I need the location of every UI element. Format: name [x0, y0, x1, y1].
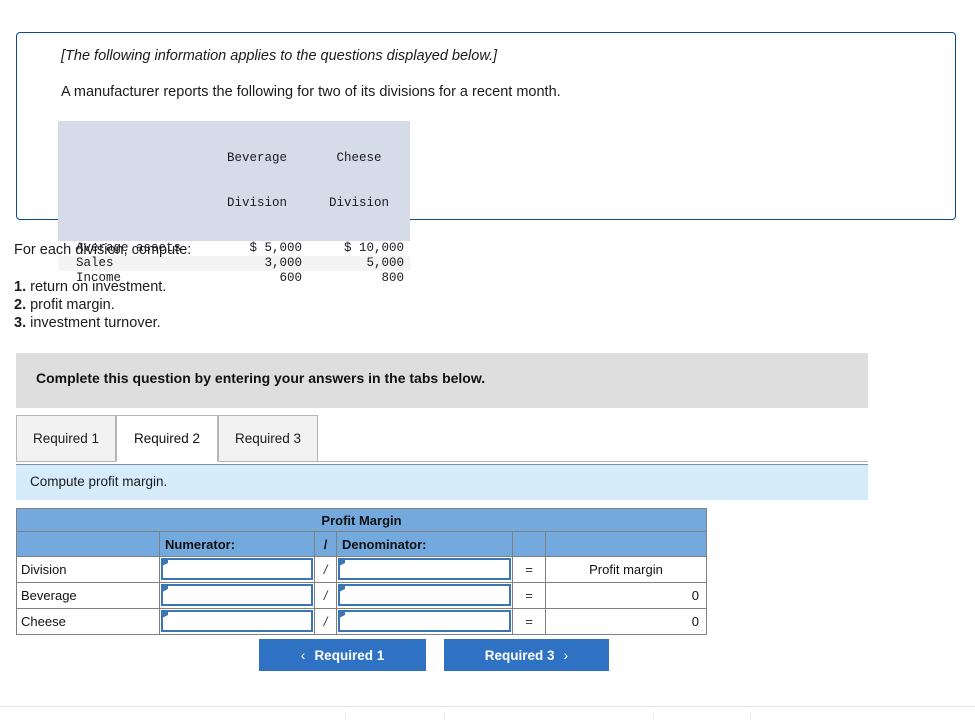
requirement-text: profit margin. [26, 297, 115, 313]
requirement-number: 3. [14, 315, 27, 331]
equals-symbol: = [512, 582, 546, 609]
denominator-entry-wrap [337, 584, 512, 608]
denominator-input[interactable] [338, 584, 511, 606]
footer-toolbar-ticks [0, 707, 975, 720]
numerator-input[interactable] [161, 610, 313, 632]
worksheet-header-slash: / [314, 531, 337, 557]
divide-symbol: / [314, 608, 337, 635]
list-item: 1. return on investment. [14, 278, 166, 296]
denominator-input[interactable] [338, 610, 511, 632]
requirement-tabs: Required 1 Required 2 Required 3 [16, 415, 868, 463]
scenario-header-cheese-line1: Cheese [336, 151, 382, 165]
requirement-number: 2. [14, 297, 27, 313]
worksheet-header-equals [512, 531, 546, 557]
equals-symbol: = [512, 556, 546, 583]
worksheet-row-label: Beverage [16, 582, 160, 609]
numerator-input[interactable] [161, 558, 313, 580]
worksheet-header-numerator: Numerator: [159, 531, 315, 557]
table-row: Sales 3,000 5,000 [58, 256, 410, 271]
scenario-row-cheese-value: $ 10,000 [343, 241, 404, 255]
scenario-row-cheese-value: 5,000 [308, 256, 410, 271]
chevron-left-icon: ‹ [300, 647, 306, 663]
tab-required-2[interactable]: Required 2 [116, 415, 218, 462]
denominator-input[interactable] [338, 558, 511, 580]
requirements-list: 1. return on investment. 2. profit margi… [14, 278, 166, 332]
result-value: Profit margin [545, 556, 707, 583]
instruction-banner-text: Complete this question by entering your … [36, 370, 486, 386]
requirement-number: 1. [14, 279, 27, 295]
scenario-row-beverage-value: $ 5,000 [249, 241, 302, 255]
result-value: 0 [545, 582, 707, 609]
numerator-cell[interactable] [159, 608, 315, 635]
compute-lead-text: For each division, compute: [14, 242, 192, 258]
previous-required-label: Required 1 [314, 647, 385, 663]
worksheet-header-label [16, 531, 160, 557]
scenario-row-label: Sales [58, 256, 206, 271]
worksheet-title: Profit Margin [16, 508, 707, 532]
worksheet-header-result [545, 531, 707, 557]
requirement-text: return on investment. [26, 279, 167, 295]
denominator-cell[interactable] [336, 608, 513, 635]
scenario-header-beverage: Beverage Division [206, 121, 308, 241]
requirement-text: investment turnover. [26, 315, 161, 331]
scenario-row-beverage-value: 600 [279, 271, 302, 285]
profit-margin-worksheet: Profit Margin Numerator: / Denominator: … [16, 508, 707, 635]
scenario-row-beverage-value: 3,000 [206, 256, 308, 271]
tab-required-1[interactable]: Required 1 [16, 415, 116, 462]
divide-symbol: / [314, 582, 337, 609]
previous-required-button[interactable]: ‹ Required 1 [259, 639, 426, 671]
chevron-right-icon: › [563, 647, 569, 663]
numerator-entry-wrap [160, 558, 314, 582]
numerator-input[interactable] [161, 584, 313, 606]
result-value: 0 [545, 608, 707, 635]
next-required-label: Required 3 [484, 647, 555, 663]
table-row: Division / = Profit margin [16, 556, 707, 583]
numerator-entry-wrap [160, 584, 314, 608]
next-required-button[interactable]: Required 3 › [444, 639, 609, 671]
scenario-description-text: A manufacturer reports the following for… [61, 84, 561, 100]
navigation-buttons: ‹ Required 1 Required 3 › [259, 639, 609, 671]
instruction-banner: Complete this question by entering your … [16, 353, 868, 408]
worksheet-header-denominator: Denominator: [336, 531, 513, 557]
divide-symbol: / [314, 556, 337, 583]
list-item: 3. investment turnover. [14, 314, 166, 332]
worksheet-row-label: Division [16, 556, 160, 583]
table-row: Cheese / = 0 [16, 608, 707, 635]
denominator-cell[interactable] [336, 582, 513, 609]
worksheet-title-row: Profit Margin [16, 508, 707, 532]
scenario-intro-text: [The following information applies to th… [61, 48, 498, 64]
equals-symbol: = [512, 608, 546, 635]
subinstruction-bar: Compute profit margin. [16, 464, 868, 500]
denominator-entry-wrap [337, 558, 512, 582]
scenario-data-table: Beverage Division Cheese Division Averag… [58, 121, 410, 286]
subinstruction-text: Compute profit margin. [30, 474, 168, 489]
scenario-info-box: [The following information applies to th… [16, 32, 956, 285]
scenario-header-row: Beverage Division Cheese Division [58, 121, 410, 241]
scenario-header-cheese-line2: Division [328, 196, 389, 210]
numerator-cell[interactable] [159, 556, 315, 583]
list-item: 2. profit margin. [14, 296, 166, 314]
worksheet-row-label: Cheese [16, 608, 160, 635]
scenario-header-blank [58, 121, 206, 241]
numerator-entry-wrap [160, 610, 314, 634]
worksheet-header-row: Numerator: / Denominator: [16, 531, 707, 557]
scenario-header-beverage-line2: Division [226, 196, 287, 210]
numerator-cell[interactable] [159, 582, 315, 609]
denominator-cell[interactable] [336, 556, 513, 583]
scenario-row-cheese-value: 800 [381, 271, 404, 285]
denominator-entry-wrap [337, 610, 512, 634]
table-row: Beverage / = 0 [16, 582, 707, 609]
tab-strip-underline [318, 461, 868, 462]
scenario-header-cheese: Cheese Division [308, 121, 410, 241]
scenario-header-beverage-line1: Beverage [226, 151, 287, 165]
tab-required-3[interactable]: Required 3 [218, 415, 318, 462]
